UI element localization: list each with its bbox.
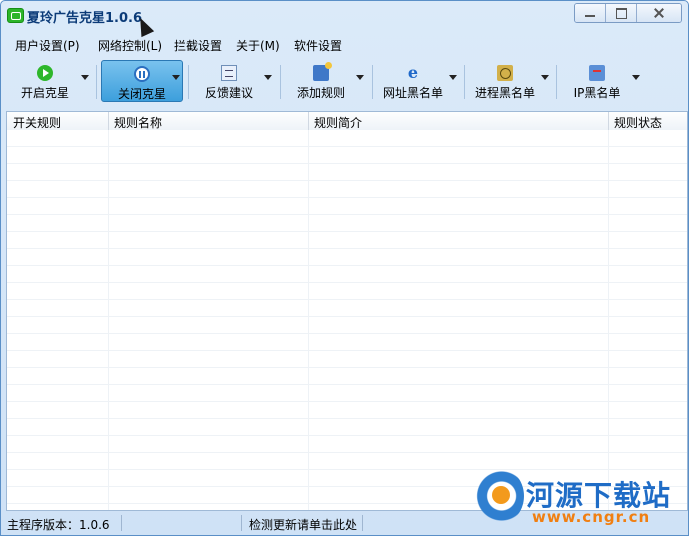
feedback-label: 反馈建议 bbox=[204, 86, 253, 100]
play-icon bbox=[37, 65, 53, 81]
start-protection-button[interactable]: 开启克星 bbox=[9, 60, 81, 102]
table-header: 开关规则 规则名称 规则简介 规则状态 bbox=[7, 112, 687, 131]
toolbar-divider bbox=[372, 65, 373, 99]
toolbar-divider bbox=[188, 65, 189, 99]
watermark-logo-icon bbox=[468, 466, 524, 526]
toolbar-divider bbox=[464, 65, 465, 99]
watermark-url: www.cngr.cn bbox=[532, 508, 651, 526]
chevron-down-icon[interactable] bbox=[356, 75, 364, 80]
url-blacklist-label: 网址黑名单 bbox=[382, 86, 443, 100]
column-divider bbox=[608, 112, 609, 130]
window-controls bbox=[574, 3, 682, 23]
ie-icon: e bbox=[407, 63, 419, 82]
chevron-down-icon[interactable] bbox=[81, 75, 89, 80]
menu-network-control[interactable]: 网络控制(L) bbox=[98, 37, 162, 54]
table-body[interactable] bbox=[7, 130, 687, 510]
column-divider bbox=[108, 112, 109, 130]
close-icon[interactable] bbox=[636, 4, 681, 22]
status-divider bbox=[362, 515, 363, 531]
menu-bar: 用户设置(P) 网络控制(L) 拦截设置 关于(M) 软件设置 bbox=[1, 33, 688, 55]
process-blacklist-button[interactable]: 进程黑名单 bbox=[469, 60, 541, 102]
ip-blacklist-button[interactable]: IP黑名单 bbox=[565, 60, 629, 102]
title-bar[interactable]: 夏玲广告克星1.0.6 bbox=[1, 1, 688, 38]
column-grid-line bbox=[308, 130, 309, 510]
chevron-down-icon[interactable] bbox=[632, 75, 640, 80]
status-divider bbox=[121, 515, 122, 531]
stop-protection-label: 关闭克星 bbox=[117, 87, 166, 101]
window-title: 夏玲广告克星1.0.6 bbox=[27, 11, 143, 26]
menu-user-settings[interactable]: 用户设置(P) bbox=[15, 37, 80, 54]
rules-table[interactable]: 开关规则 规则名称 规则简介 规则状态 bbox=[6, 111, 688, 511]
add-rule-label: 添加规则 bbox=[296, 86, 345, 100]
feedback-button[interactable]: 反馈建议 bbox=[196, 60, 262, 102]
watermark: 河源下载站 www.cngr.cn bbox=[468, 466, 688, 536]
menu-about[interactable]: 关于(M) bbox=[236, 37, 280, 54]
chevron-down-icon[interactable] bbox=[541, 75, 549, 80]
add-rule-icon bbox=[313, 62, 332, 81]
chevron-down-icon[interactable] bbox=[449, 75, 457, 80]
toolbar: 开启克星 关闭克星 反馈建议 添加规则 e 网址黑名单 进程黑名单 IP黑名单 bbox=[1, 57, 688, 107]
toolbar-divider bbox=[556, 65, 557, 99]
minimize-icon[interactable] bbox=[575, 4, 605, 22]
feedback-icon bbox=[221, 65, 237, 81]
column-grid-line bbox=[108, 130, 109, 510]
column-header-description[interactable]: 规则简介 bbox=[314, 114, 362, 131]
column-header-toggle[interactable]: 开关规则 bbox=[13, 114, 61, 131]
status-divider bbox=[241, 515, 242, 531]
add-rule-button[interactable]: 添加规则 bbox=[288, 60, 354, 102]
main-window: 夏玲广告克星1.0.6 用户设置(P) 网络控制(L) 拦截设置 关于(M) 软… bbox=[0, 0, 689, 536]
app-logo-icon bbox=[7, 8, 24, 23]
stop-protection-button[interactable]: 关闭克星 bbox=[101, 60, 183, 102]
column-header-name[interactable]: 规则名称 bbox=[114, 114, 162, 131]
process-blacklist-label: 进程黑名单 bbox=[474, 86, 535, 100]
process-icon bbox=[497, 65, 513, 81]
column-grid-line bbox=[608, 130, 609, 510]
chevron-down-icon[interactable] bbox=[264, 75, 272, 80]
column-divider bbox=[308, 112, 309, 130]
url-blacklist-button[interactable]: e 网址黑名单 bbox=[377, 60, 449, 102]
toolbar-divider bbox=[96, 65, 97, 99]
ip-icon bbox=[589, 65, 605, 81]
column-header-status[interactable]: 规则状态 bbox=[614, 114, 662, 131]
pause-icon bbox=[134, 66, 150, 82]
menu-block-settings[interactable]: 拦截设置 bbox=[174, 37, 222, 54]
menu-software-settings[interactable]: 软件设置 bbox=[294, 37, 342, 54]
ip-blacklist-label: IP黑名单 bbox=[573, 86, 621, 100]
check-update-link[interactable]: 检测更新请单击此处 bbox=[249, 516, 357, 533]
chevron-down-icon[interactable] bbox=[172, 75, 180, 80]
start-protection-label: 开启克星 bbox=[20, 86, 69, 100]
maximize-icon[interactable] bbox=[605, 4, 636, 22]
toolbar-divider bbox=[280, 65, 281, 99]
version-text: 主程序版本：1.0.6 bbox=[7, 518, 110, 532]
